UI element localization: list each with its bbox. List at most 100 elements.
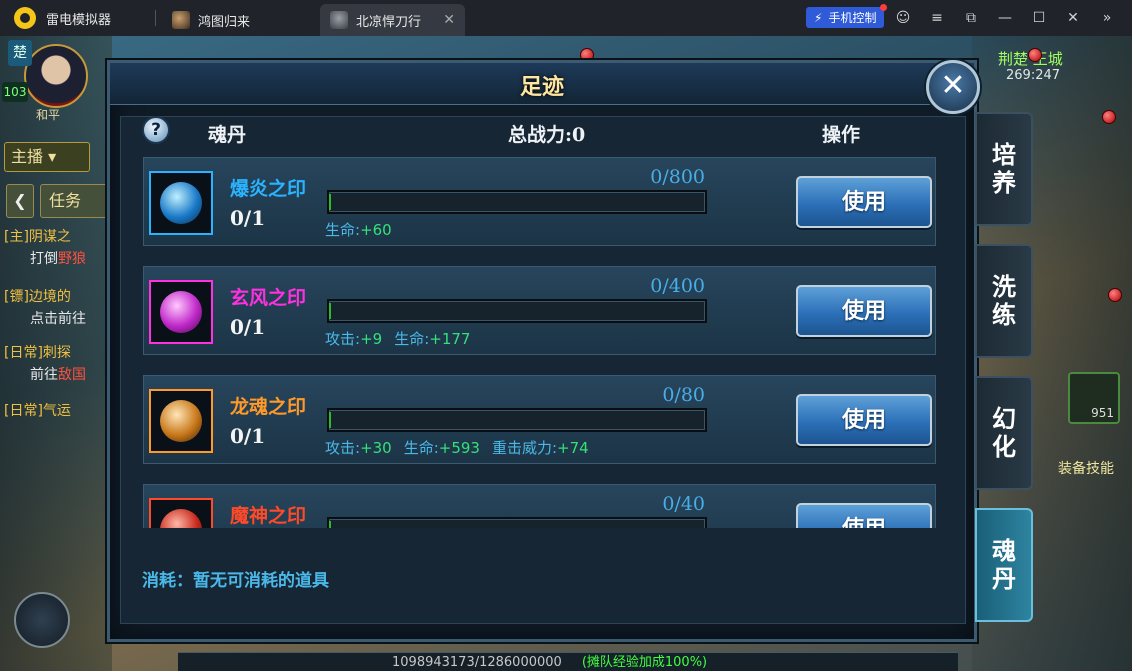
close-icon[interactable]: ✕ [926, 60, 980, 114]
quest-item[interactable]: [镖]边境的 点击前往 [4, 286, 86, 330]
use-button[interactable]: 使用 [796, 394, 932, 446]
map-coords: 269:247 [1006, 68, 1061, 83]
seal-slot[interactable] [149, 389, 213, 453]
app-logo-icon [14, 7, 36, 29]
game-tab-icon [172, 11, 191, 29]
tab-refine[interactable]: 洗练 [975, 244, 1033, 358]
tab-beiliang[interactable]: 北凉悍刀行 ✕ [320, 4, 466, 36]
quest-target: 野狼 [58, 251, 86, 267]
quest-desc-text: 打倒 [30, 251, 58, 267]
quest-title: [镖]边境的 [4, 289, 71, 305]
dragon-seal-icon [160, 400, 202, 442]
quest-title: [日常]刺探 [4, 345, 71, 361]
quest-desc: 前往敌国 [4, 364, 86, 386]
quest-target: 敌国 [58, 367, 86, 383]
stat-value: +60 [360, 221, 392, 239]
quest-desc: 打倒野狼 [4, 248, 86, 270]
stat-key: 攻击: [325, 330, 361, 348]
stat-key: 生命: [403, 439, 439, 457]
use-button[interactable]: 使用 [796, 503, 932, 528]
demon-seal-icon [160, 509, 202, 528]
modal-header: 足迹 [110, 63, 974, 105]
channel-label: 主播 [11, 147, 44, 166]
tab-label: 培养 [992, 140, 1016, 197]
seal-stats: 攻击:+30 生命:+593 重击威力:+74 [325, 437, 601, 458]
seal-list[interactable]: 爆炎之印 0/1 0/800 生命:+60 使用 玄风之印 0/1 0/400 … [121, 148, 965, 528]
seal-slot[interactable] [149, 171, 213, 235]
exp-text: 1098943173/1286000000 [392, 655, 562, 670]
seal-progress-bar [327, 299, 707, 323]
pk-status[interactable]: 和平 [36, 106, 60, 123]
tab-separator [155, 10, 157, 26]
mount-button[interactable] [14, 592, 70, 648]
phone-control-button[interactable]: ⚡ 手机控制 [806, 4, 888, 28]
progress-edge [329, 412, 331, 428]
tab-label: 幻化 [992, 404, 1016, 461]
use-button[interactable]: 使用 [796, 285, 932, 337]
quest-item[interactable]: [日常]气运 [4, 400, 71, 422]
notification-dot [1108, 288, 1122, 302]
equip-skill-button[interactable]: 装备技能 [1058, 458, 1114, 478]
quick-item-slot[interactable]: 951 [1068, 372, 1120, 424]
close-window-icon[interactable]: ✕ [1056, 10, 1090, 26]
seal-progress-bar [327, 408, 707, 432]
quest-item[interactable]: [日常]刺探 前往敌国 [4, 342, 86, 386]
minimize-icon[interactable]: — [988, 10, 1022, 26]
seal-name: 爆炎之印 [230, 178, 307, 200]
seal-slot[interactable] [149, 280, 213, 344]
stat-value: +74 [557, 439, 589, 457]
channel-dropdown[interactable]: 主播 ▾ [4, 142, 90, 172]
emulator-titlebar: 雷电模拟器 鸿图归来 北凉悍刀行 ✕ ⚡ 手机控制 ☺ ≡ ⧉ — ☐ ✕ » [0, 0, 1132, 36]
tab-close-icon[interactable]: ✕ [443, 12, 455, 28]
quest-tab[interactable]: 任务 [40, 184, 112, 218]
tab-transform[interactable]: 幻化 [975, 376, 1033, 490]
quest-tab-label: 任务 [49, 191, 82, 210]
expand-sidebar-icon[interactable]: » [1090, 10, 1124, 26]
seal-row: 龙魂之印 0/1 0/80 攻击:+30 生命:+593 重击威力:+74 使用 [143, 375, 936, 464]
use-button[interactable]: 使用 [796, 176, 932, 228]
consume-info: 消耗：暂无可消耗的道具 [142, 571, 329, 591]
seal-progress-max: 0/800 [650, 166, 705, 188]
account-icon[interactable]: ☺ [886, 10, 920, 26]
quest-item[interactable]: [主]阴谋之 打倒野狼 [4, 226, 86, 270]
stat-key: 生命: [394, 330, 430, 348]
quest-desc: 点击前往 [30, 311, 86, 327]
stat-value: +30 [360, 439, 392, 457]
quest-desc-text: 前往 [30, 367, 58, 383]
menu-icon[interactable]: ≡ [920, 10, 954, 26]
tab-label: 北凉悍刀行 [356, 14, 422, 30]
seal-slot[interactable] [149, 498, 213, 528]
tab-hongtu[interactable]: 鸿图归来 [162, 4, 260, 36]
popout-icon[interactable]: ⧉ [954, 10, 988, 26]
seal-name: 魔神之印 [230, 505, 307, 527]
notification-dot [1028, 48, 1042, 62]
maximize-icon[interactable]: ☐ [1022, 10, 1056, 26]
progress-edge [329, 521, 331, 528]
phone-control-label: 手机控制 [828, 11, 877, 25]
tab-label: 洗练 [992, 272, 1016, 329]
seal-name: 龙魂之印 [230, 396, 307, 418]
level-badge: 103 [2, 82, 28, 102]
quest-collapse-icon[interactable]: ❮ [6, 184, 34, 218]
stat-value: +593 [438, 439, 480, 457]
tab-label: 魂丹 [992, 536, 1016, 593]
seal-name: 玄风之印 [230, 287, 307, 309]
tab-cultivate[interactable]: 培养 [975, 112, 1033, 226]
quest-title: [主]阴谋之 [4, 229, 71, 245]
exp-bar: 1098943173/1286000000 (摊队经验加成100%) [178, 652, 958, 671]
tab-soul-pill[interactable]: 魂丹 [975, 508, 1033, 622]
column-header-action: 操作 [822, 124, 861, 146]
stat-key: 重击威力: [491, 439, 558, 457]
seal-progress-max: 0/80 [662, 384, 705, 406]
player-avatar[interactable] [24, 44, 88, 108]
seal-count: 0/1 [230, 315, 266, 339]
item-count: 951 [1091, 406, 1114, 420]
help-icon[interactable]: ? [142, 116, 170, 144]
stat-key: 生命: [325, 221, 361, 239]
faction-badge: 楚 [8, 40, 32, 66]
tab-label: 鸿图归来 [198, 14, 251, 30]
exp-bonus: (摊队经验加成100%) [581, 655, 708, 670]
window-controls: ☺ ≡ ⧉ — ☐ ✕ » [886, 0, 1124, 36]
app-name: 雷电模拟器 [46, 12, 112, 28]
quest-title: [日常]气运 [4, 403, 71, 419]
